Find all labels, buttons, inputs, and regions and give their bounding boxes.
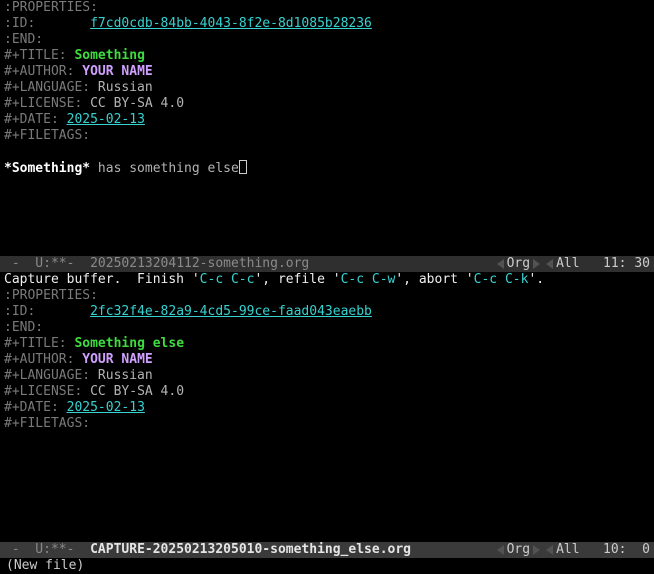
properties-end: :END:	[4, 32, 43, 47]
echo-area: (New file)	[0, 558, 654, 574]
language-value: Russian	[98, 368, 153, 383]
modeline-capture[interactable]: - U:**- CAPTURE-20250213205010-something…	[0, 542, 654, 558]
modeline-line-col: 10: 0	[603, 542, 650, 558]
body-bold: *Something*	[4, 161, 90, 176]
author-keyword: #+AUTHOR:	[4, 64, 74, 79]
keybind-finish: C-c C-c	[200, 272, 255, 287]
modeline-mode: Org	[507, 256, 530, 272]
id-value: f7cd0cdb-84bb-4043-8f2e-8d1085b28236	[90, 16, 372, 31]
text-cursor	[239, 160, 247, 174]
modeline-filename: 20250213204112-something.org	[82, 256, 309, 272]
date-keyword: #+DATE:	[4, 112, 59, 127]
title-value: Something else	[74, 336, 184, 351]
modeline-line-col: 11: 30	[603, 256, 650, 272]
buffer-top[interactable]: :PROPERTIES: :ID: f7cd0cdb-84bb-4043-8f2…	[0, 0, 654, 256]
title-value: Something	[74, 48, 144, 63]
keybind-abort: C-c C-k	[474, 272, 529, 287]
chevron-right-icon	[533, 545, 540, 555]
chevron-right-icon	[533, 259, 540, 269]
language-keyword: #+LANGUAGE:	[4, 80, 90, 95]
title-keyword: #+TITLE:	[4, 336, 67, 351]
author-value: YOUR NAME	[82, 64, 152, 79]
properties-open: :PROPERTIES:	[4, 288, 98, 303]
filetags-keyword: #+FILETAGS:	[4, 128, 90, 143]
properties-open: :PROPERTIES:	[4, 0, 98, 15]
modeline-position: All	[556, 256, 579, 272]
license-value: CC BY-SA 4.0	[90, 384, 184, 399]
modeline-filename: CAPTURE-20250213205010-something_else.or…	[82, 542, 411, 558]
chevron-left-icon	[546, 259, 553, 269]
id-label: :ID:	[4, 304, 35, 319]
modeline-position: All	[556, 542, 579, 558]
language-value: Russian	[98, 80, 153, 95]
chevron-left-icon	[497, 545, 504, 555]
id-value: 2fc32f4e-82a9-4cd5-99ce-faad043eaebb	[90, 304, 372, 319]
license-keyword: #+LICENSE:	[4, 96, 82, 111]
date-value: 2025-02-13	[67, 400, 145, 415]
title-keyword: #+TITLE:	[4, 48, 67, 63]
author-keyword: #+AUTHOR:	[4, 352, 74, 367]
date-value: 2025-02-13	[67, 112, 145, 127]
license-value: CC BY-SA 4.0	[90, 96, 184, 111]
modeline-status: - U:**-	[4, 542, 82, 558]
filetags-keyword: #+FILETAGS:	[4, 416, 90, 431]
date-keyword: #+DATE:	[4, 400, 59, 415]
modeline-top[interactable]: - U:**- 20250213204112-something.org Org…	[0, 256, 654, 272]
chevron-left-icon	[497, 259, 504, 269]
license-keyword: #+LICENSE:	[4, 384, 82, 399]
properties-end: :END:	[4, 320, 43, 335]
language-keyword: #+LANGUAGE:	[4, 368, 90, 383]
body-text: has something else	[90, 161, 239, 176]
emacs-frame: :PROPERTIES: :ID: f7cd0cdb-84bb-4043-8f2…	[0, 0, 654, 574]
chevron-left-icon	[546, 545, 553, 555]
modeline-status: - U:**-	[4, 256, 82, 272]
author-value: YOUR NAME	[82, 352, 152, 367]
capture-hint: Capture buffer. Finish 'C-c C-c', refile…	[0, 272, 654, 288]
id-label: :ID:	[4, 16, 35, 31]
buffer-capture[interactable]: :PROPERTIES: :ID: 2fc32f4e-82a9-4cd5-99c…	[0, 288, 654, 542]
keybind-refile: C-c C-w	[341, 272, 396, 287]
modeline-mode: Org	[507, 542, 530, 558]
